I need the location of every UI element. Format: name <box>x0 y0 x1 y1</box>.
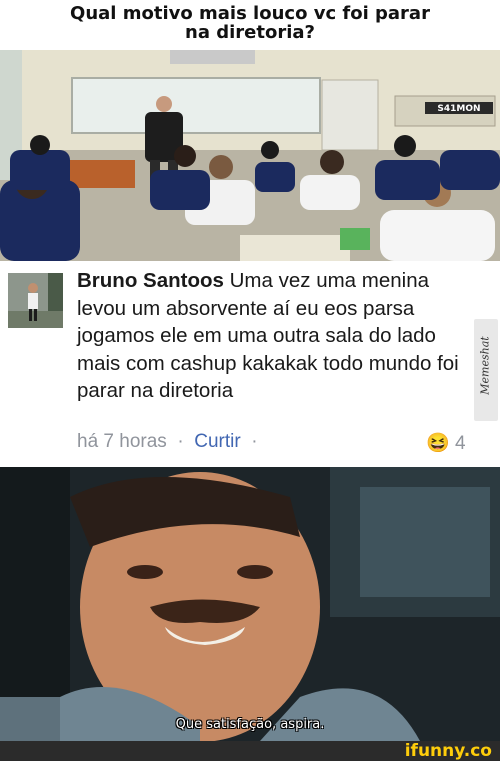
meta-separator-2: · <box>251 431 258 452</box>
laughing-emoji-icon: 😆 <box>426 433 450 454</box>
comment-text: Bruno Santoos Uma vez uma menina levou u… <box>77 267 472 405</box>
ifunny-footer: ifunny.co <box>0 741 500 761</box>
title-line-1: Qual motivo mais louco vc foi parar <box>70 3 430 24</box>
movie-subtitle: Que satisfação, aspira. <box>175 717 325 732</box>
post-title: Qual motivo mais louco vc foi parar na d… <box>0 0 500 50</box>
comment-meta: há 7 horas · Curtir · <box>77 431 477 453</box>
memeshat-watermark: Memeshat <box>474 319 498 421</box>
classroom-illustration: S41MON <box>0 50 500 261</box>
avatar[interactable] <box>8 273 63 328</box>
ifunny-logo[interactable]: ifunny.co <box>405 741 492 761</box>
comment-author[interactable]: Bruno Santoos <box>77 269 224 292</box>
title-line-2: na diretoria? <box>185 22 315 43</box>
movie-still: Que satisfação, aspira. <box>0 467 500 741</box>
reaction-count: 4 <box>454 433 466 454</box>
reaction-summary[interactable]: 😆 4 <box>426 431 466 455</box>
like-button[interactable]: Curtir <box>194 431 240 452</box>
classroom-photo: S41MON <box>0 50 500 261</box>
comment-time[interactable]: há 7 horas <box>77 431 167 452</box>
movie-illustration <box>0 467 500 741</box>
meta-separator: · <box>177 431 184 452</box>
wall-sign: S41MON <box>437 104 480 114</box>
facebook-comment: Bruno Santoos Uma vez uma menina levou u… <box>0 261 500 467</box>
watermark-text: Memeshat <box>478 336 492 395</box>
